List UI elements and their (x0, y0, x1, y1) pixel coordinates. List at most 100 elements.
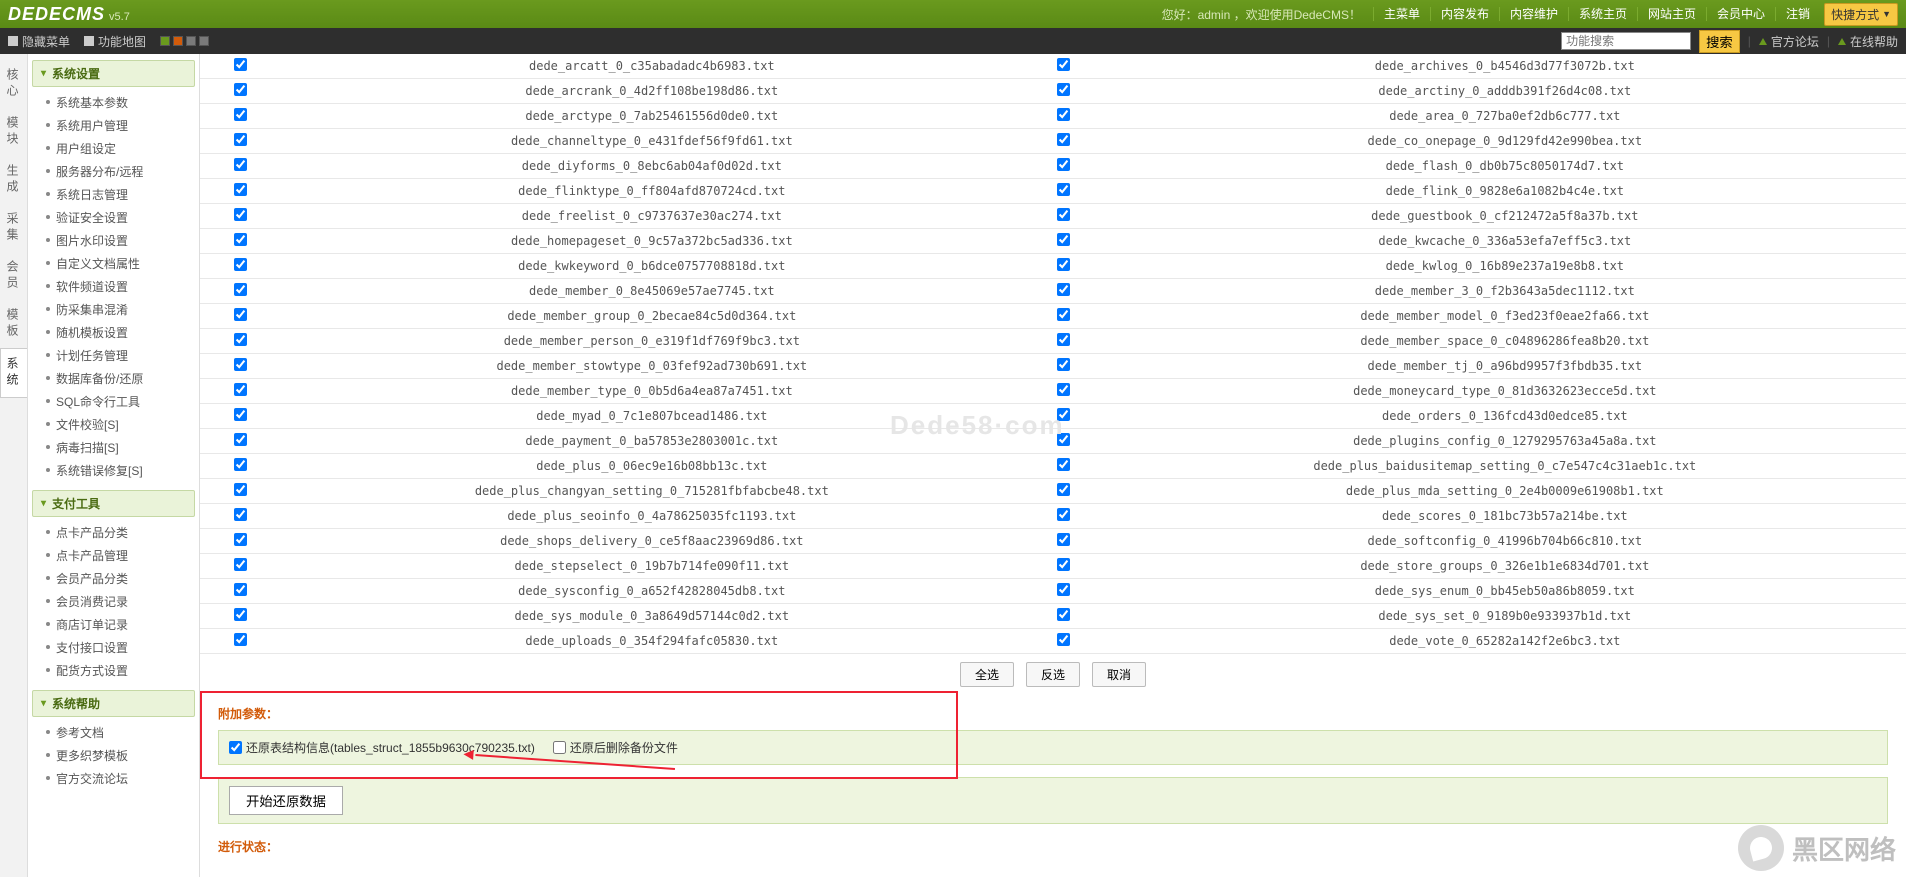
theme-color-swatch[interactable] (186, 36, 196, 46)
file-checkbox[interactable] (1057, 258, 1070, 271)
online-help-link[interactable]: 在线帮助 (1838, 33, 1898, 50)
menu-group-header[interactable]: ▾系统设置 (32, 60, 195, 87)
hide-menu-toggle[interactable]: 隐藏菜单 (8, 33, 70, 50)
file-checkbox[interactable] (234, 308, 247, 321)
menu-item[interactable]: 官方交流论坛 (42, 767, 195, 790)
menu-item[interactable]: 参考文档 (42, 721, 195, 744)
file-checkbox[interactable] (234, 58, 247, 71)
file-checkbox[interactable] (234, 283, 247, 296)
file-checkbox[interactable] (1057, 508, 1070, 521)
top-nav-link[interactable]: 会员中心 (1706, 7, 1775, 21)
file-checkbox[interactable] (234, 208, 247, 221)
vertical-tab[interactable]: 核心 (0, 60, 27, 108)
file-checkbox[interactable] (234, 158, 247, 171)
menu-group-header[interactable]: ▾支付工具 (32, 490, 195, 517)
vertical-tab[interactable]: 模块 (0, 108, 27, 156)
file-checkbox[interactable] (1057, 333, 1070, 346)
menu-item[interactable]: 系统基本参数 (42, 91, 195, 114)
vertical-tab[interactable]: 采集 (0, 204, 27, 252)
top-nav-link[interactable]: 注销 (1775, 7, 1820, 21)
file-checkbox[interactable] (234, 358, 247, 371)
file-checkbox[interactable] (1057, 583, 1070, 596)
menu-item[interactable]: 病毒扫描[S] (42, 436, 195, 459)
file-checkbox[interactable] (1057, 108, 1070, 121)
menu-item[interactable]: 会员消费记录 (42, 590, 195, 613)
file-checkbox[interactable] (234, 608, 247, 621)
file-checkbox[interactable] (234, 558, 247, 571)
search-button[interactable]: 搜索 (1699, 30, 1740, 53)
menu-item[interactable]: 会员产品分类 (42, 567, 195, 590)
vertical-tab[interactable]: 会员 (0, 252, 27, 300)
file-checkbox[interactable] (234, 383, 247, 396)
file-checkbox[interactable] (234, 483, 247, 496)
menu-item[interactable]: 验证安全设置 (42, 206, 195, 229)
official-forum-link[interactable]: 官方论坛 (1759, 33, 1819, 50)
file-checkbox[interactable] (234, 583, 247, 596)
menu-item[interactable]: 更多织梦模板 (42, 744, 195, 767)
menu-item[interactable]: 随机模板设置 (42, 321, 195, 344)
file-checkbox[interactable] (1057, 608, 1070, 621)
quick-actions-button[interactable]: 快捷方式 ▼ (1824, 3, 1898, 26)
menu-group-header[interactable]: ▾系统帮助 (32, 690, 195, 717)
file-checkbox[interactable] (234, 408, 247, 421)
file-checkbox[interactable] (234, 258, 247, 271)
file-checkbox[interactable] (1057, 308, 1070, 321)
menu-item[interactable]: 计划任务管理 (42, 344, 195, 367)
top-nav-link[interactable]: 主菜单 (1373, 7, 1430, 21)
file-checkbox[interactable] (1057, 233, 1070, 246)
menu-item[interactable]: 图片水印设置 (42, 229, 195, 252)
delete-after-checkbox[interactable] (553, 741, 566, 754)
file-checkbox[interactable] (234, 233, 247, 246)
file-checkbox[interactable] (1057, 458, 1070, 471)
menu-item[interactable]: 系统错误修复[S] (42, 459, 195, 482)
file-checkbox[interactable] (1057, 208, 1070, 221)
file-checkbox[interactable] (234, 133, 247, 146)
menu-item[interactable]: 点卡产品管理 (42, 544, 195, 567)
menu-item[interactable]: 配货方式设置 (42, 659, 195, 682)
file-checkbox[interactable] (234, 508, 247, 521)
file-checkbox[interactable] (234, 533, 247, 546)
file-checkbox[interactable] (234, 433, 247, 446)
file-checkbox[interactable] (1057, 133, 1070, 146)
theme-color-swatch[interactable] (199, 36, 209, 46)
start-restore-button[interactable]: 开始还原数据 (229, 786, 343, 815)
site-map-link[interactable]: 功能地图 (84, 33, 146, 50)
file-checkbox[interactable] (234, 83, 247, 96)
delete-after-option[interactable]: 还原后删除备份文件 (553, 739, 678, 756)
file-checkbox[interactable] (1057, 183, 1070, 196)
vertical-tab[interactable]: 系统 (0, 348, 27, 398)
theme-color-swatch[interactable] (173, 36, 183, 46)
file-checkbox[interactable] (234, 633, 247, 646)
menu-item[interactable]: 文件校验[S] (42, 413, 195, 436)
menu-item[interactable]: 系统日志管理 (42, 183, 195, 206)
theme-color-swatch[interactable] (160, 36, 170, 46)
menu-item[interactable]: 点卡产品分类 (42, 521, 195, 544)
menu-item[interactable]: 数据库备份/还原 (42, 367, 195, 390)
file-checkbox[interactable] (1057, 433, 1070, 446)
file-checkbox[interactable] (1057, 633, 1070, 646)
vertical-tab[interactable]: 生成 (0, 156, 27, 204)
file-checkbox[interactable] (1057, 358, 1070, 371)
selection-button[interactable]: 反选 (1026, 662, 1080, 687)
top-nav-link[interactable]: 网站主页 (1637, 7, 1706, 21)
file-checkbox[interactable] (1057, 558, 1070, 571)
file-checkbox[interactable] (234, 458, 247, 471)
vertical-tab[interactable]: 模板 (0, 300, 27, 348)
menu-item[interactable]: 用户组设定 (42, 137, 195, 160)
file-checkbox[interactable] (1057, 483, 1070, 496)
restore-struct-option[interactable]: 还原表结构信息(tables_struct_1855b9630c790235.t… (229, 739, 535, 756)
file-checkbox[interactable] (1057, 383, 1070, 396)
menu-item[interactable]: 自定义文档属性 (42, 252, 195, 275)
menu-item[interactable]: 系统用户管理 (42, 114, 195, 137)
file-checkbox[interactable] (1057, 408, 1070, 421)
top-nav-link[interactable]: 内容发布 (1430, 7, 1499, 21)
menu-item[interactable]: SQL命令行工具 (42, 390, 195, 413)
file-checkbox[interactable] (1057, 83, 1070, 96)
top-nav-link[interactable]: 内容维护 (1499, 7, 1568, 21)
file-checkbox[interactable] (234, 183, 247, 196)
file-checkbox[interactable] (234, 333, 247, 346)
file-checkbox[interactable] (234, 108, 247, 121)
selection-button[interactable]: 全选 (960, 662, 1014, 687)
file-checkbox[interactable] (1057, 283, 1070, 296)
function-search-input[interactable] (1561, 32, 1691, 50)
